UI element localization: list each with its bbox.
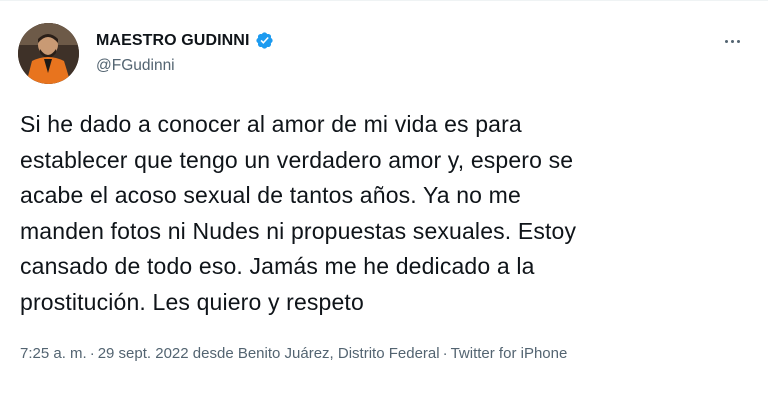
avatar-image: [18, 23, 79, 84]
name-row: MAESTRO GUDINNI: [96, 31, 274, 50]
tweet-text: Si he dado a conocer al amor de mi vida …: [20, 111, 577, 315]
more-dot: [736, 39, 740, 43]
tweet-time: 7:25 a. m.: [20, 345, 87, 362]
separator: ·: [89, 345, 95, 362]
tweet-date: 29 sept. 2022: [97, 345, 189, 362]
separator: ·: [442, 345, 448, 362]
display-name[interactable]: MAESTRO GUDINNI: [96, 32, 250, 50]
more-options-button[interactable]: [718, 29, 746, 53]
tweet-timestamp[interactable]: 7:25 a. m. · 29 sept. 2022: [20, 345, 189, 362]
avatar[interactable]: [18, 23, 79, 84]
user-handle[interactable]: @FGudinni: [96, 57, 175, 75]
more-dot: [730, 39, 734, 43]
tweet-card: MAESTRO GUDINNI @FGudinni Si he dado a c…: [0, 0, 768, 410]
tweet-metadata: 7:25 a. m. · 29 sept. 2022 desde Benito Ju…: [20, 343, 720, 365]
more-dot: [724, 39, 728, 43]
tweet-location[interactable]: desde Benito Juárez, Distrito Federal: [193, 345, 440, 362]
tweet-source[interactable]: Twitter for iPhone: [451, 345, 568, 362]
verified-badge-icon: [255, 31, 274, 50]
